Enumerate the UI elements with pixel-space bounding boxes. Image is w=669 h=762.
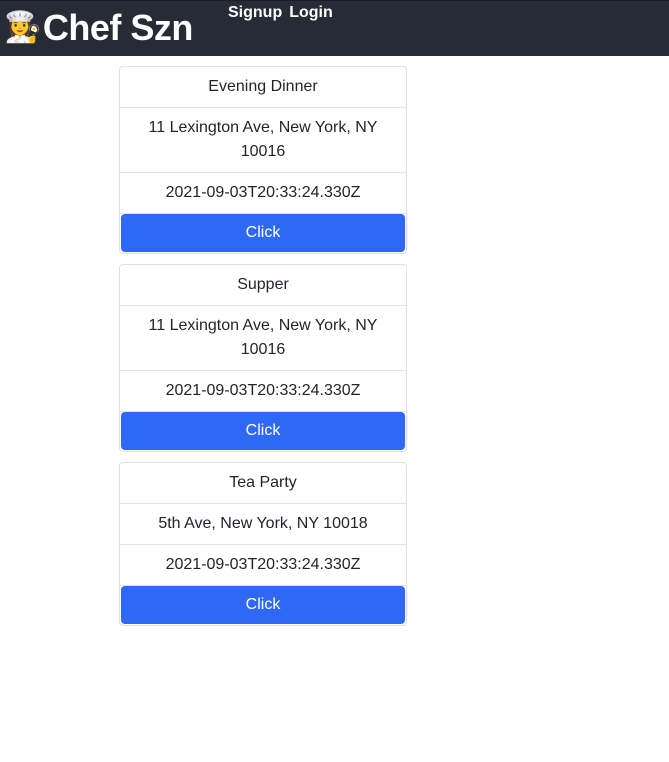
nav-links: Signup Login: [228, 3, 333, 23]
login-link[interactable]: Login: [289, 3, 333, 23]
event-click-button[interactable]: Click: [121, 586, 405, 624]
event-click-button[interactable]: Click: [121, 214, 405, 252]
event-button-wrapper: Click: [120, 214, 406, 253]
event-date: 2021-09-03T20:33:24.330Z: [120, 545, 406, 586]
event-title: Evening Dinner: [120, 67, 406, 108]
brand-label: Chef Szn: [42, 7, 194, 48]
event-card-list: Evening Dinner 11 Lexington Ave, New Yor…: [119, 66, 407, 636]
event-address: 5th Ave, New York, NY 10018: [120, 504, 406, 545]
navbar-top-border: [0, 0, 669, 1]
top-navbar: 👩‍🍳 Chef Szn Signup Login: [0, 0, 669, 56]
event-date: 2021-09-03T20:33:24.330Z: [120, 173, 406, 214]
event-date: 2021-09-03T20:33:24.330Z: [120, 371, 406, 412]
event-address: 11 Lexington Ave, New York, NY 10016: [120, 306, 406, 371]
event-card: Supper 11 Lexington Ave, New York, NY 10…: [119, 264, 407, 452]
event-button-wrapper: Click: [120, 412, 406, 451]
chef-icon: 👩‍🍳: [4, 11, 41, 44]
event-click-button[interactable]: Click: [121, 412, 405, 450]
event-title: Supper: [120, 265, 406, 306]
brand-logo-link[interactable]: 👩‍🍳 Chef Szn: [4, 6, 193, 50]
signup-link[interactable]: Signup: [228, 3, 282, 23]
event-card: Tea Party 5th Ave, New York, NY 10018 20…: [119, 462, 407, 626]
event-address: 11 Lexington Ave, New York, NY 10016: [120, 108, 406, 173]
event-card: Evening Dinner 11 Lexington Ave, New Yor…: [119, 66, 407, 254]
event-title: Tea Party: [120, 463, 406, 504]
event-button-wrapper: Click: [120, 586, 406, 625]
